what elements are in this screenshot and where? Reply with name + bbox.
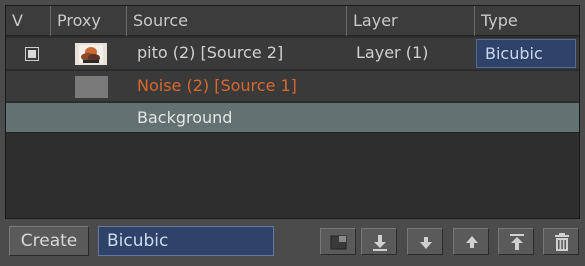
- move-up-button[interactable]: [453, 228, 489, 255]
- table-row[interactable]: Noise (2) [Source 1]: [6, 70, 579, 101]
- trash-icon: [555, 233, 569, 251]
- move-down-button[interactable]: [407, 228, 443, 255]
- layer-list: V Proxy Source Layer Type pito (2) [Sour…: [5, 5, 580, 219]
- proxy-thumbnail: [75, 76, 108, 98]
- move-down-icon: [420, 237, 432, 249]
- source-name: pito (2) [Source 2]: [137, 43, 284, 62]
- table-row[interactable]: pito (2) [Source 2] Layer (1) Bicubic: [6, 38, 579, 69]
- move-up-icon: [466, 236, 478, 248]
- filter-type-select[interactable]: Bicubic: [98, 226, 274, 256]
- layer-name: Layer (1): [356, 43, 429, 62]
- move-to-bottom-icon: [373, 235, 387, 251]
- bottom-toolbar: Create Bicubic: [0, 221, 585, 266]
- move-to-top-button[interactable]: [498, 228, 534, 255]
- create-button[interactable]: Create: [9, 226, 89, 256]
- column-header-v[interactable]: V: [6, 6, 51, 36]
- proxy-thumbnail: [75, 43, 107, 65]
- layer-panel: V Proxy Source Layer Type pito (2) [Sour…: [0, 0, 585, 266]
- column-header-type[interactable]: Type: [475, 6, 579, 36]
- move-to-top-icon: [510, 234, 524, 250]
- delete-button[interactable]: [543, 228, 579, 255]
- move-to-bottom-button[interactable]: [361, 228, 397, 255]
- column-header-source[interactable]: Source: [127, 6, 347, 36]
- checkbox-checked-mark: [28, 50, 36, 58]
- source-name: Background: [137, 108, 233, 127]
- visibility-checkbox[interactable]: [25, 47, 39, 61]
- column-header-layer[interactable]: Layer: [347, 6, 475, 36]
- list-header: V Proxy Source Layer Type: [6, 6, 579, 36]
- column-header-proxy[interactable]: Proxy: [51, 6, 127, 36]
- table-row[interactable]: Background: [6, 102, 579, 133]
- new-layer-icon: [330, 235, 347, 250]
- source-name: Noise (2) [Source 1]: [137, 76, 297, 95]
- type-field[interactable]: Bicubic: [476, 39, 576, 68]
- new-layer-button[interactable]: [320, 228, 356, 255]
